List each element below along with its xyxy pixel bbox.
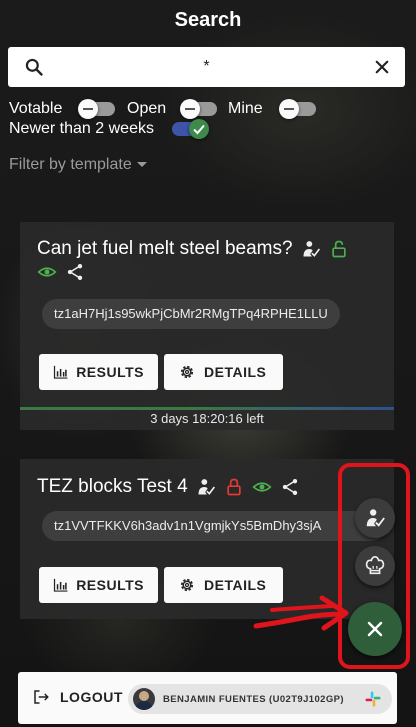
annotation-arrow	[253, 595, 349, 631]
time-progress-bar	[20, 407, 394, 410]
poll-card: Can jet fuel melt steel beams? tz1aH7Hj1…	[20, 222, 394, 430]
eye-icon[interactable]	[37, 262, 57, 282]
avatar	[133, 688, 155, 710]
newer-label: Newer than 2 weeks	[9, 120, 154, 137]
results-button[interactable]: RESULTS	[39, 354, 158, 390]
poll-title: Can jet fuel melt steel beams?	[37, 238, 293, 259]
toggle-knob	[180, 99, 200, 119]
slack-icon	[365, 691, 381, 707]
vote-icon[interactable]	[196, 477, 216, 497]
poll-title: TEZ blocks Test 4	[37, 476, 188, 497]
unlocked-icon	[331, 240, 346, 258]
locked-icon	[226, 478, 241, 496]
share-icon[interactable]	[280, 477, 300, 497]
vote-action-button[interactable]	[355, 498, 395, 538]
vote-icon[interactable]	[301, 239, 321, 259]
contract-address-chip[interactable]: tz1VVTFKKV6h3adv1n1VgmjkYs5BmDhy3sjA	[42, 511, 386, 541]
details-button-label: DETAILS	[204, 364, 267, 380]
bar-chart-icon	[53, 578, 68, 592]
details-button[interactable]: DETAILS	[164, 354, 283, 390]
toggle-knob	[279, 99, 299, 119]
close-icon	[367, 621, 383, 637]
footer-bar: LOGOUT BENJAMIN FUENTES (U02T9J102GP)	[18, 672, 397, 724]
eye-icon[interactable]	[252, 477, 272, 497]
results-button-label: RESULTS	[76, 577, 144, 593]
share-icon[interactable]	[65, 262, 85, 282]
toggle-knob	[189, 119, 209, 139]
time-left: 3 days 18:20:16 left	[150, 411, 264, 426]
chef-hat-icon	[365, 556, 385, 575]
votable-toggle[interactable]	[78, 99, 115, 119]
contract-address-chip[interactable]: tz1aH7Hj1s95wkPjCbMr2RMgTPq4RPHE1LLU	[42, 299, 340, 329]
votable-label: Votable	[9, 100, 63, 117]
poll-actions	[37, 262, 85, 282]
mine-toggle[interactable]	[279, 99, 316, 119]
logout-label: LOGOUT	[60, 689, 123, 705]
gear-icon	[180, 578, 194, 592]
logout-button[interactable]: LOGOUT	[32, 688, 123, 706]
user-chip[interactable]: BENJAMIN FUENTES (U02T9J102GP)	[128, 684, 392, 714]
bar-chart-icon	[53, 365, 68, 379]
template-filter[interactable]: Filter by template	[9, 156, 147, 174]
open-label: Open	[127, 100, 167, 117]
toggle-knob	[78, 99, 98, 119]
vote-icon	[366, 509, 385, 527]
mine-label: Mine	[228, 100, 263, 117]
create-poll-action-button[interactable]	[355, 546, 395, 586]
close-icon[interactable]	[373, 58, 391, 76]
logout-icon	[34, 690, 49, 704]
speed-dial-close-button[interactable]	[348, 602, 402, 656]
results-button[interactable]: RESULTS	[39, 567, 158, 603]
results-button-label: RESULTS	[76, 364, 144, 380]
search-bar[interactable]: *	[8, 47, 405, 87]
user-name: BENJAMIN FUENTES (U02T9J102GP)	[163, 693, 344, 705]
newer-toggle[interactable]	[172, 119, 209, 139]
search-input[interactable]: *	[8, 58, 405, 76]
gear-icon	[180, 365, 194, 379]
check-icon	[193, 124, 205, 135]
poll-title-row: Can jet fuel melt steel beams?	[37, 238, 349, 260]
poll-title-row: TEZ blocks Test 4	[37, 476, 300, 498]
caret-down-icon	[136, 162, 147, 168]
open-toggle[interactable]	[180, 99, 217, 119]
page-title: Search	[174, 9, 242, 31]
template-filter-label: Filter by template	[9, 156, 132, 173]
